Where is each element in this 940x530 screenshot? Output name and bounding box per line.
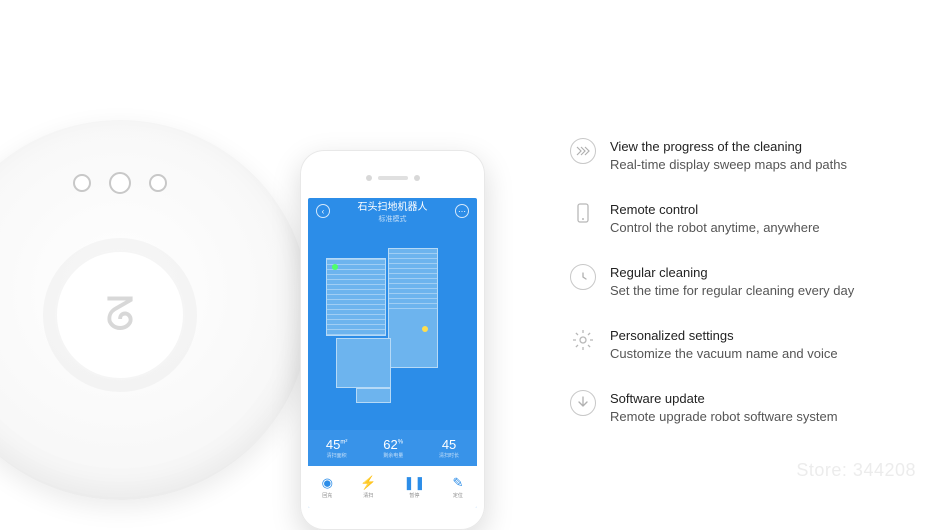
app-title: 石头扫地机器人 xyxy=(330,198,455,213)
progress-icon xyxy=(570,138,596,164)
phone-mockup: ‹ 石头扫地机器人 标准模式 ⋯ 45m² 清扫面积 62% 剩余 xyxy=(300,150,485,530)
stat-battery: 62% 剩余电量 xyxy=(383,437,403,459)
stat-area: 45m² 清扫面积 xyxy=(326,437,347,459)
phone-speaker xyxy=(378,176,408,180)
robot-button-row xyxy=(73,172,167,194)
feature-title: Remote control xyxy=(610,201,820,219)
feature-desc: Set the time for regular cleaning every … xyxy=(610,282,854,300)
robot-vacuum-image: ᘔ xyxy=(0,120,310,500)
remote-icon xyxy=(570,201,596,227)
feature-update: Software update Remote upgrade robot sof… xyxy=(570,390,910,425)
phone-top-bezel xyxy=(308,158,477,198)
gear-icon xyxy=(570,327,596,353)
feature-desc: Real-time display sweep maps and paths xyxy=(610,156,847,174)
locate-icon: ✎定位 xyxy=(452,475,463,499)
feature-settings: Personalized settings Customize the vacu… xyxy=(570,327,910,362)
phone-camera-dot xyxy=(366,175,372,181)
feature-title: Software update xyxy=(610,390,838,408)
robot-home-button xyxy=(73,174,91,192)
download-icon xyxy=(570,390,596,416)
feature-title: View the progress of the cleaning xyxy=(610,138,847,156)
stat-time: 45 清扫时长 xyxy=(439,437,459,459)
feature-desc: Customize the vacuum name and voice xyxy=(610,345,838,363)
phone-sensor-dot xyxy=(414,175,420,181)
feature-remote: Remote control Control the robot anytime… xyxy=(570,201,910,236)
dock-icon: ◉回充 xyxy=(322,475,333,499)
clean-icon: ⚡清扫 xyxy=(360,475,376,499)
robot-center-hub: ᘔ xyxy=(55,250,185,380)
app-header: ‹ 石头扫地机器人 标准模式 ⋯ xyxy=(308,198,477,224)
feature-progress: View the progress of the cleaning Real-t… xyxy=(570,138,910,173)
feature-title: Regular cleaning xyxy=(610,264,854,282)
map-start-dot xyxy=(332,264,338,270)
pause-icon: ❚❚暂停 xyxy=(404,475,426,499)
stats-row: 45m² 清扫面积 62% 剩余电量 45 清扫时长 xyxy=(308,430,477,466)
robot-logo: ᘔ xyxy=(105,287,135,343)
feature-desc: Control the robot anytime, anywhere xyxy=(610,219,820,237)
watermark: Store: 344208 xyxy=(796,460,916,481)
cleaning-map xyxy=(326,248,456,408)
app-bottom-bar: ◉回充 ⚡清扫 ❚❚暂停 ✎定位 xyxy=(308,466,477,508)
feature-desc: Remote upgrade robot software system xyxy=(610,408,838,426)
clock-icon xyxy=(570,264,596,290)
map-robot-dot xyxy=(422,326,428,332)
phone-screen: ‹ 石头扫地机器人 标准模式 ⋯ 45m² 清扫面积 62% 剩余 xyxy=(308,198,477,508)
feature-title: Personalized settings xyxy=(610,327,838,345)
back-icon: ‹ xyxy=(316,204,330,218)
feature-list: View the progress of the cleaning Real-t… xyxy=(570,138,910,425)
app-subtitle: 标准模式 xyxy=(330,214,455,224)
feature-schedule: Regular cleaning Set the time for regula… xyxy=(570,264,910,299)
more-icon: ⋯ xyxy=(455,204,469,218)
robot-spot-button xyxy=(149,174,167,192)
robot-power-button xyxy=(109,172,131,194)
